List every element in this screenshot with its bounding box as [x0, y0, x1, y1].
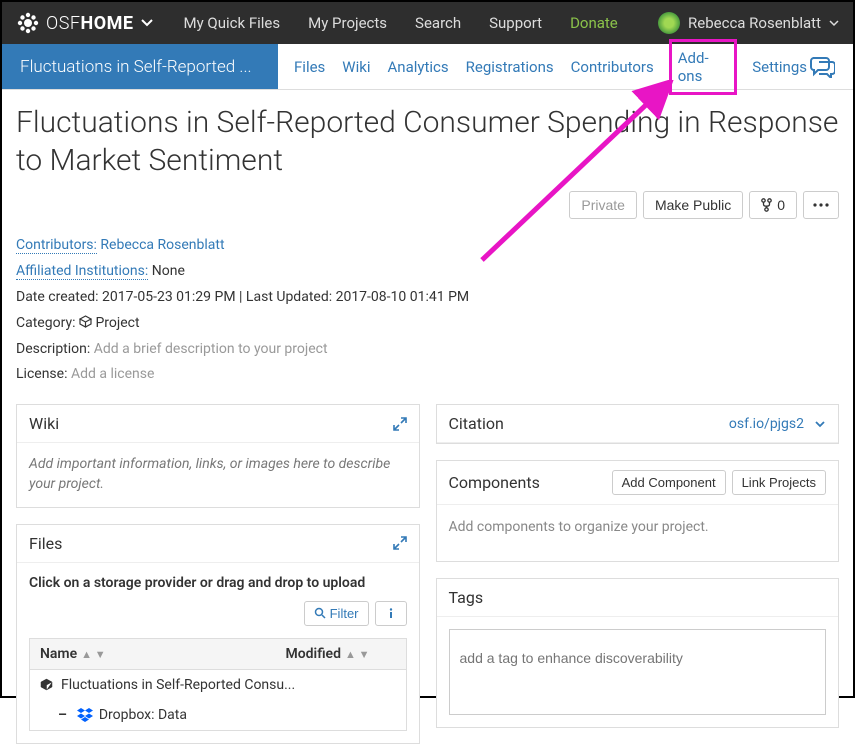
files-panel: Files Click on a storage provider or dra…	[16, 524, 420, 744]
files-table: Name▲ ▼ Modified▲ ▼ Fluctuations in Self…	[29, 638, 407, 731]
col-header-modified[interactable]: Modified▲ ▼	[286, 646, 396, 662]
citation-panel-title: Citation	[449, 414, 504, 433]
file-row-label: Fluctuations in Self-Reported Consu...	[61, 677, 295, 693]
description-label: Description:	[16, 341, 90, 357]
components-panel-title: Components	[449, 473, 540, 492]
col-header-name[interactable]: Name▲ ▼	[40, 646, 286, 662]
license-label: License:	[16, 366, 67, 382]
forks-button[interactable]: 0	[749, 191, 797, 219]
nav-quick-files[interactable]: My Quick Files	[184, 14, 281, 32]
tab-registrations[interactable]: Registrations	[464, 54, 556, 80]
fork-icon	[761, 198, 772, 212]
dropbox-icon	[77, 708, 93, 722]
wiki-expand-icon[interactable]	[393, 417, 407, 431]
subnav-project-title[interactable]: Fluctuations in Self-Reported ...	[2, 44, 278, 89]
project-metadata: Contributors: Rebecca Rosenblatt Affilia…	[16, 233, 839, 388]
citation-link[interactable]: osf.io/pjgs2	[729, 416, 804, 432]
tab-files[interactable]: Files	[292, 54, 327, 80]
wiki-panel: Wiki Add important information, links, o…	[16, 404, 420, 507]
more-actions-button[interactable]	[803, 191, 839, 219]
contributors-label[interactable]: Contributors:	[16, 237, 97, 254]
private-button[interactable]: Private	[569, 191, 637, 219]
make-public-button[interactable]: Make Public	[643, 191, 743, 219]
project-subnav: Fluctuations in Self-Reported ... Files …	[2, 44, 853, 90]
search-icon	[314, 607, 326, 619]
wiki-panel-title: Wiki	[29, 414, 59, 433]
affiliated-label[interactable]: Affiliated Institutions:	[16, 263, 148, 280]
chevron-down-icon[interactable]	[814, 420, 826, 428]
add-component-button[interactable]: Add Component	[612, 470, 726, 495]
page-title: Fluctuations in Self-Reported Consumer S…	[16, 104, 839, 179]
tags-panel-title: Tags	[449, 588, 484, 607]
tab-contributors[interactable]: Contributors	[569, 54, 656, 80]
filter-button[interactable]: Filter	[304, 601, 369, 626]
collapse-toggle[interactable]: –	[58, 707, 67, 723]
ellipsis-icon	[813, 203, 829, 207]
citation-panel: Citation osf.io/pjgs2	[436, 404, 840, 444]
comments-icon[interactable]	[809, 56, 835, 78]
nav-donate[interactable]: Donate	[570, 14, 618, 32]
files-instruction: Click on a storage provider or drag and …	[29, 575, 407, 591]
nav-projects[interactable]: My Projects	[308, 14, 387, 32]
subnav-tabs: Files Wiki Analytics Registrations Contr…	[278, 44, 809, 89]
table-row[interactable]: Fluctuations in Self-Reported Consu...	[29, 670, 407, 700]
caret-down-icon	[829, 19, 839, 27]
info-icon	[385, 607, 397, 619]
cube-icon	[79, 315, 95, 331]
affiliated-value: None	[152, 263, 185, 279]
tab-addons[interactable]: Add-ons	[669, 39, 737, 95]
nav-search[interactable]: Search	[415, 14, 461, 32]
topnav-links: My Quick Files My Projects Search Suppor…	[184, 14, 659, 32]
category-value: Project	[95, 315, 139, 331]
brand-dropdown-caret[interactable]	[140, 18, 154, 28]
user-menu[interactable]: Rebecca Rosenblatt	[658, 12, 839, 34]
table-row[interactable]: – Dropbox: Data	[29, 700, 407, 731]
main-content: Fluctuations in Self-Reported Consumer S…	[2, 90, 853, 744]
contributor-link[interactable]: Rebecca Rosenblatt	[100, 237, 224, 253]
tag-input[interactable]	[449, 629, 827, 715]
user-name-label: Rebecca Rosenblatt	[688, 14, 821, 32]
sort-icon[interactable]: ▲ ▼	[345, 648, 370, 661]
wiki-placeholder[interactable]: Add important information, links, or ima…	[17, 443, 419, 506]
date-info: Date created: 2017-05-23 01:29 PM | Last…	[16, 285, 839, 311]
link-projects-button[interactable]: Link Projects	[732, 470, 826, 495]
osf-logo-icon	[16, 11, 46, 35]
file-row-label: Dropbox: Data	[99, 707, 187, 723]
nav-support[interactable]: Support	[489, 14, 542, 32]
info-button[interactable]	[375, 601, 407, 626]
tab-analytics[interactable]: Analytics	[386, 54, 451, 80]
license-placeholder[interactable]: Add a license	[71, 366, 154, 382]
files-panel-title: Files	[29, 534, 62, 553]
description-placeholder[interactable]: Add a brief description to your project	[94, 341, 328, 357]
components-placeholder: Add components to organize your project.	[437, 505, 839, 561]
tab-wiki[interactable]: Wiki	[340, 54, 372, 80]
project-actions: Private Make Public 0	[16, 191, 839, 219]
left-column: Wiki Add important information, links, o…	[16, 404, 420, 743]
brand-label[interactable]: OSFHOME	[46, 13, 134, 34]
right-column: Citation osf.io/pjgs2 Components Add Com…	[436, 404, 840, 743]
cube-icon	[40, 678, 53, 691]
sort-icon[interactable]: ▲ ▼	[81, 648, 106, 661]
tab-settings[interactable]: Settings	[750, 54, 809, 80]
components-panel: Components Add Component Link Projects A…	[436, 460, 840, 562]
tags-panel: Tags	[436, 578, 840, 728]
files-expand-icon[interactable]	[393, 536, 407, 550]
avatar	[658, 12, 680, 34]
category-label: Category:	[16, 315, 75, 331]
